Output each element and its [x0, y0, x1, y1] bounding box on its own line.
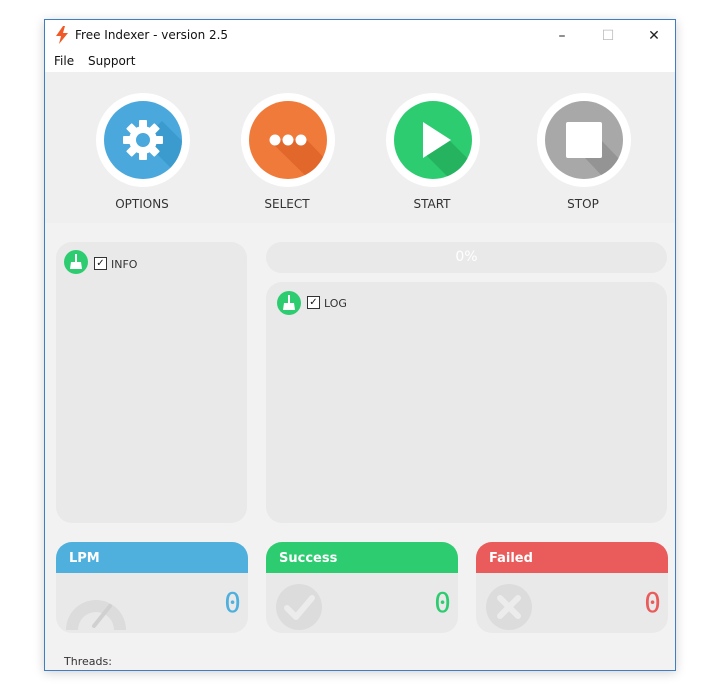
success-header: Success	[266, 542, 458, 573]
stop-circle	[545, 101, 623, 179]
options-circle	[104, 101, 182, 179]
title-bar: Free Indexer - version 2.5 – ☐ ✕	[45, 20, 675, 51]
options-button[interactable]: OPTIONS	[94, 93, 190, 211]
select-button[interactable]: SELECT	[239, 93, 335, 211]
log-checkbox[interactable]: ✓	[307, 296, 320, 309]
play-icon	[423, 122, 472, 179]
lightning-icon	[56, 26, 68, 44]
progress-text: 0%	[455, 249, 478, 265]
ellipsis-icon	[269, 134, 327, 179]
window-title: Free Indexer - version 2.5	[75, 28, 229, 42]
broom-icon	[70, 254, 82, 269]
start-circle	[394, 101, 472, 179]
clear-info-button[interactable]	[64, 250, 88, 274]
status-bar: Threads:	[45, 652, 675, 670]
info-checkbox[interactable]: ✓	[94, 257, 107, 270]
minimize-icon: –	[558, 27, 566, 44]
options-label: OPTIONS	[115, 197, 169, 211]
maximize-icon: ☐	[601, 27, 615, 44]
x-circle-icon	[486, 584, 532, 630]
maximize-button[interactable]: ☐	[585, 20, 631, 51]
menu-support[interactable]: Support	[88, 54, 135, 68]
menu-file[interactable]: File	[54, 54, 74, 68]
select-circle	[249, 101, 327, 179]
select-label: SELECT	[264, 197, 310, 211]
info-label: INFO	[111, 258, 138, 271]
clear-log-button[interactable]	[277, 291, 301, 315]
failed-card: Failed 0	[476, 542, 668, 633]
stop-label: STOP	[567, 197, 599, 211]
menu-bar: File Support	[45, 51, 675, 72]
toolbar: OPTIONS SELECT START STOP	[45, 72, 675, 223]
log-panel: ✓ LOG	[266, 282, 667, 523]
minimize-button[interactable]: –	[539, 20, 585, 51]
progress-bar: 0%	[266, 242, 667, 273]
app-window: Free Indexer - version 2.5 – ☐ ✕ File Su…	[44, 19, 676, 671]
lpm-card: LPM 0	[56, 542, 248, 633]
stop-icon	[566, 122, 623, 179]
success-value: 0	[434, 586, 451, 619]
speedometer-icon	[66, 600, 126, 630]
start-button[interactable]: START	[384, 93, 480, 211]
checkmark-circle-icon	[276, 584, 322, 630]
failed-value: 0	[644, 586, 661, 619]
stop-button[interactable]: STOP	[535, 93, 631, 211]
success-card: Success 0	[266, 542, 458, 633]
gear-icon	[123, 120, 182, 179]
broom-icon	[283, 295, 295, 310]
info-panel: ✓ INFO	[56, 242, 247, 523]
lpm-header: LPM	[56, 542, 248, 573]
lpm-value: 0	[224, 586, 241, 619]
close-icon: ✕	[648, 27, 660, 44]
log-label: LOG	[324, 297, 347, 310]
start-label: START	[413, 197, 451, 211]
threads-label: Threads:	[64, 655, 112, 668]
close-button[interactable]: ✕	[631, 20, 677, 51]
failed-header: Failed	[476, 542, 668, 573]
